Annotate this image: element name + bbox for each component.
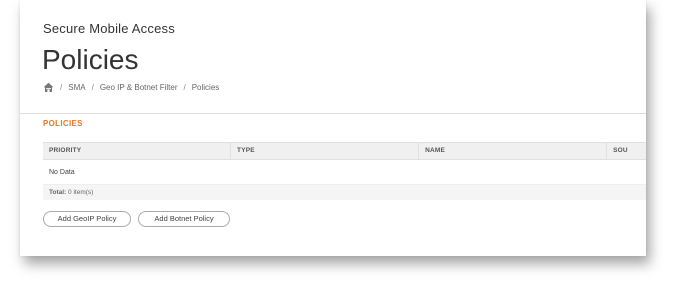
section-title: POLICIES xyxy=(43,119,83,128)
breadcrumb-item-policies: Policies xyxy=(191,83,220,92)
total-label: Total: xyxy=(49,189,67,196)
main-panel: Secure Mobile Access Policies / SMA / Ge… xyxy=(20,0,646,256)
total-value: 0 item(s) xyxy=(68,189,94,196)
column-header-type[interactable]: TYPE xyxy=(231,143,420,159)
home-icon[interactable] xyxy=(43,82,54,93)
header-divider xyxy=(20,113,646,114)
column-header-priority[interactable]: PRIORITY xyxy=(43,143,232,159)
table-footer: Total: 0 item(s) xyxy=(43,185,646,200)
column-header-source[interactable]: SOU xyxy=(607,143,646,159)
add-geoip-policy-button[interactable]: Add GeoIP Policy xyxy=(43,211,131,227)
app-title: Secure Mobile Access xyxy=(43,21,175,36)
breadcrumb-separator: / xyxy=(91,83,94,92)
column-header-name[interactable]: NAME xyxy=(419,143,608,159)
table-header: PRIORITY TYPE NAME SOU xyxy=(43,142,646,160)
breadcrumb: / SMA / Geo IP & Botnet Filter / Policie… xyxy=(43,82,219,93)
breadcrumb-item-geoip-botnet[interactable]: Geo IP & Botnet Filter xyxy=(100,83,178,92)
page-title: Policies xyxy=(42,44,139,75)
add-botnet-policy-button[interactable]: Add Botnet Policy xyxy=(138,211,230,227)
table-empty-row: No Data xyxy=(43,160,646,185)
breadcrumb-separator: / xyxy=(60,83,63,92)
breadcrumb-item-sma[interactable]: SMA xyxy=(68,83,85,92)
screenshot-stage: Secure Mobile Access Policies / SMA / Ge… xyxy=(0,0,687,298)
breadcrumb-separator: / xyxy=(183,83,186,92)
policies-table: PRIORITY TYPE NAME SOU No Data Total: 0 … xyxy=(43,142,646,200)
